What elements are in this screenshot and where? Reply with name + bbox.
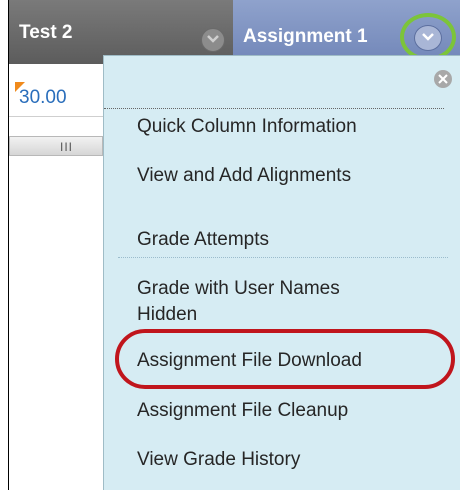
menu-divider: [118, 257, 448, 258]
menu-item-grade-attempts[interactable]: Grade Attempts: [137, 228, 269, 252]
horizontal-scrollbar[interactable]: III: [9, 136, 103, 156]
highlight-oval: [115, 329, 455, 389]
column-header-label: Assignment 1: [243, 26, 368, 47]
menu-top-border: [104, 108, 444, 109]
grade-cell[interactable]: 30.00: [19, 87, 67, 109]
scrollbar-grip-icon: III: [60, 140, 74, 154]
menu-item-view-grade-history[interactable]: View Grade History: [137, 448, 300, 472]
grade-center-view: Test 2 Assignment 1 30.00 III Quick Colu…: [0, 0, 460, 490]
menu-item-assignment-file-cleanup[interactable]: Assignment File Cleanup: [137, 399, 348, 423]
column-menu-button[interactable]: [414, 25, 442, 51]
chevron-down-icon: [207, 35, 219, 43]
menu-item-grade-user-names-hidden[interactable]: Grade with User Names: [137, 277, 340, 301]
close-icon[interactable]: [434, 70, 452, 88]
column-menu-button[interactable]: [201, 28, 225, 52]
menu-item-quick-column-information[interactable]: Quick Column Information: [137, 115, 357, 139]
menu-item-view-add-alignments[interactable]: View and Add Alignments: [137, 164, 351, 188]
column-header-label: Test 2: [19, 22, 73, 43]
close-x-icon: [438, 74, 448, 84]
menu-item-grade-user-names-hidden-line2[interactable]: Hidden: [137, 303, 197, 327]
chevron-down-icon: [422, 33, 434, 41]
